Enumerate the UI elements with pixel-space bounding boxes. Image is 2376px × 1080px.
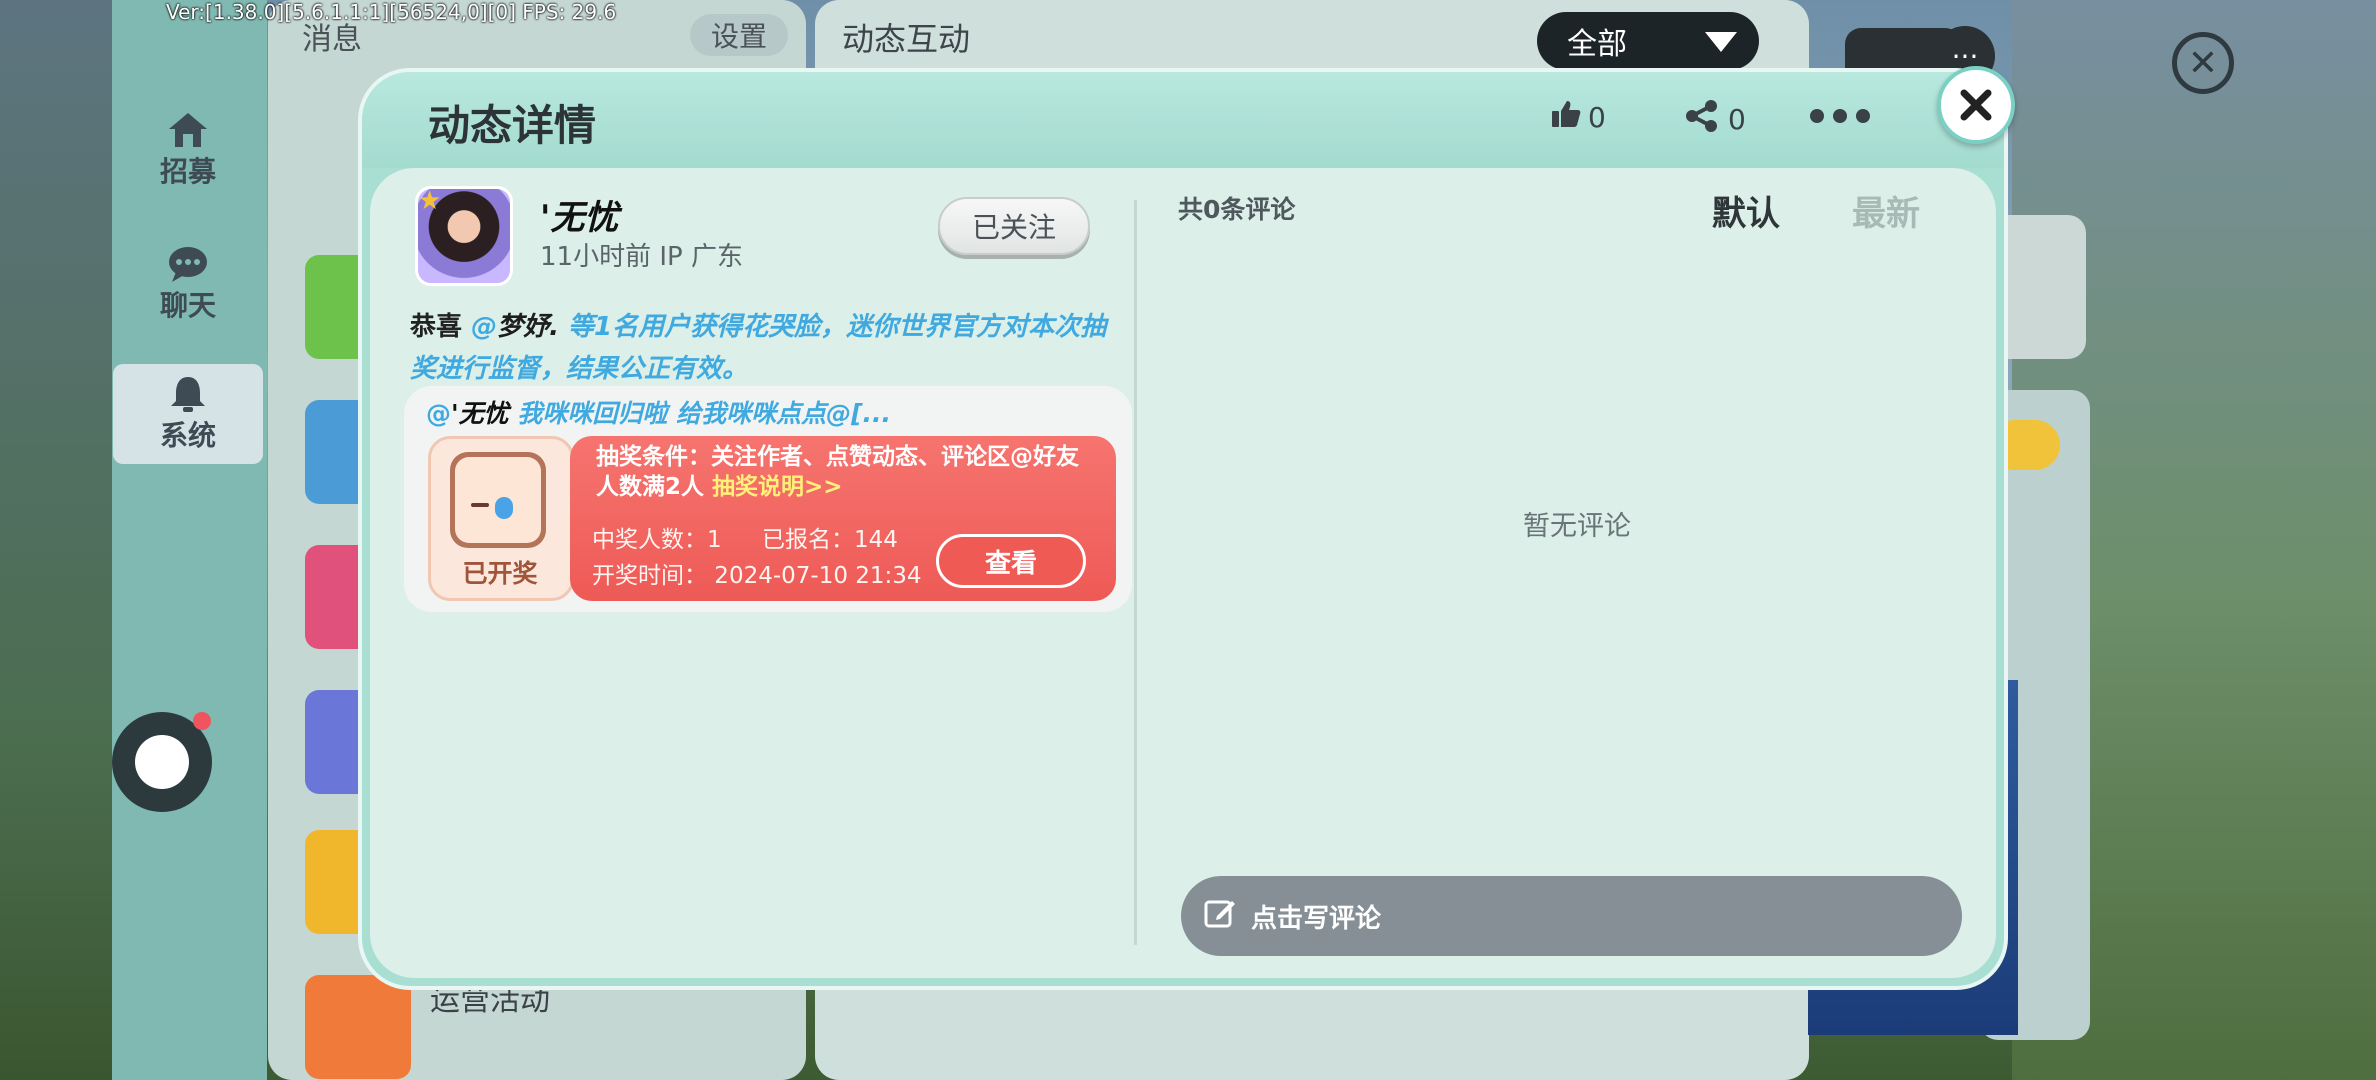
chevron-down-icon [1705,32,1737,52]
quote-at: @ [426,399,451,428]
write-comment-label: 点击写评论 [1251,903,1382,934]
game-scene-left [0,0,112,1080]
lottery-conditions: 抽奖条件：关注作者、点赞动态、评论区@好友人数满2人 抽奖说明>> [596,442,1096,502]
chat-icon [166,244,210,284]
background-close-icon[interactable]: ✕ [2172,32,2234,94]
modal-header [362,72,2004,168]
post-text-at: @ [471,312,498,342]
feed-title: 动态互动 [842,20,971,58]
message-category-tile[interactable] [305,975,411,1079]
post-text-prefix: 恭喜 [410,312,463,342]
share-icon [1684,98,1720,141]
lottery-signed-up: 已报名：144 [762,527,898,553]
close-button[interactable] [1937,66,2015,144]
lottery-winners: 中奖人数：1 [592,527,722,553]
more-options-icon[interactable] [1810,96,1870,136]
lottery-status: 已开奖 [462,559,538,588]
settings-button[interactable]: 设置 [690,14,788,56]
feed-filter-dropdown[interactable]: 全部 [1537,12,1759,70]
notification-dot [193,712,211,730]
nav-item-recruit[interactable]: 招募 [113,102,263,198]
empty-comments-label: 暂无评论 [1523,511,1631,542]
nav-item-label: 系统 [159,419,216,452]
post-time-ip: 11小时前 IP 广东 [540,242,743,272]
share-button[interactable]: 0 [1684,98,1746,141]
share-count: 0 [1728,103,1746,136]
column-divider [1134,200,1137,945]
post-text: 恭喜 @梦妤. 等1名用户获得花哭脸，迷你世界官方对本次抽奖进行监督，结果公正有… [410,306,1130,390]
write-comment-button[interactable]: 点击写评论 [1181,876,1962,956]
modal-title: 动态详情 [428,101,597,150]
nav-item-label: 聊天 [159,289,216,322]
mentioned-user[interactable]: 梦妤. [497,312,559,342]
home-icon [166,110,210,150]
prize-face-icon [450,452,546,548]
sort-latest-tab[interactable]: 最新 [1852,186,1920,235]
like-count: 0 [1588,101,1606,134]
lottery-view-button[interactable]: 查看 [936,534,1086,588]
nav-item-system[interactable]: 系统 [113,364,263,464]
star-icon: ★ [418,186,442,216]
version-overlay: Ver:[1.38.0][5.6.1.1:1][56524,0][0] FPS:… [166,0,617,24]
quote-author: '无忧 [451,399,509,428]
follow-button[interactable]: 已关注 [938,197,1090,255]
quote-content: 我咪咪回归啦 给我咪咪点点@[... [508,399,891,428]
sort-default-tab[interactable]: 默认 [1712,186,1780,235]
bell-icon [166,374,210,414]
nav-item-label: 招募 [159,155,216,188]
feed-filter-label: 全部 [1567,27,1627,62]
like-button[interactable]: 0 [1550,98,1606,137]
lottery-draw-time: 开奖时间： 2024-07-10 21:34 [592,563,922,589]
nav-item-chat[interactable]: 聊天 [113,236,263,332]
lottery-explain-link[interactable]: 抽奖说明>> [712,474,843,500]
thumbs-up-icon [1550,98,1582,137]
post-author-name[interactable]: '无忧 [540,190,618,239]
comment-count: 共0条评论 [1178,195,1296,224]
edit-icon [1203,896,1237,937]
quoted-post-text[interactable]: @'无忧 我咪咪回归啦 给我咪咪点点@[... [426,394,891,430]
close-icon [1960,89,1992,121]
